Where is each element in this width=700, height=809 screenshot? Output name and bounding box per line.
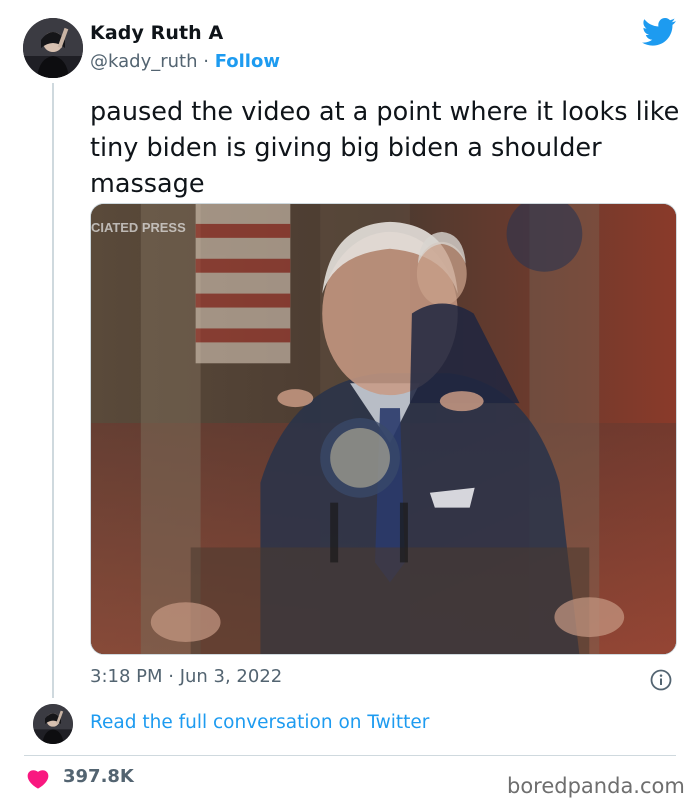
author-handle-row: @kady_ruth · Follow <box>90 51 280 72</box>
tweet-media-image[interactable]: CIATED PRESS <box>90 203 677 655</box>
divider <box>24 755 676 756</box>
author-handle[interactable]: @kady_ruth <box>90 51 198 72</box>
tweet-timestamp[interactable]: 3:18 PM · Jun 3, 2022 <box>90 666 282 687</box>
author-name[interactable]: Kady Ruth A <box>90 22 223 44</box>
thread-line <box>52 83 54 698</box>
separator-dot: · <box>203 51 209 72</box>
twitter-bird-icon[interactable] <box>642 17 676 47</box>
author-avatar-small[interactable] <box>33 704 73 744</box>
heart-icon[interactable] <box>27 769 49 789</box>
info-icon[interactable] <box>650 669 672 691</box>
like-count: 397.8K <box>63 766 134 787</box>
boredpanda-watermark: boredpanda.com <box>507 774 685 798</box>
media-overlay-text: CIATED PRESS <box>91 220 186 235</box>
read-full-conversation-link[interactable]: Read the full conversation on Twitter <box>90 712 429 733</box>
author-avatar[interactable] <box>23 18 83 78</box>
tweet-text: paused the video at a point where it loo… <box>90 97 680 199</box>
follow-button[interactable]: Follow <box>215 51 280 72</box>
